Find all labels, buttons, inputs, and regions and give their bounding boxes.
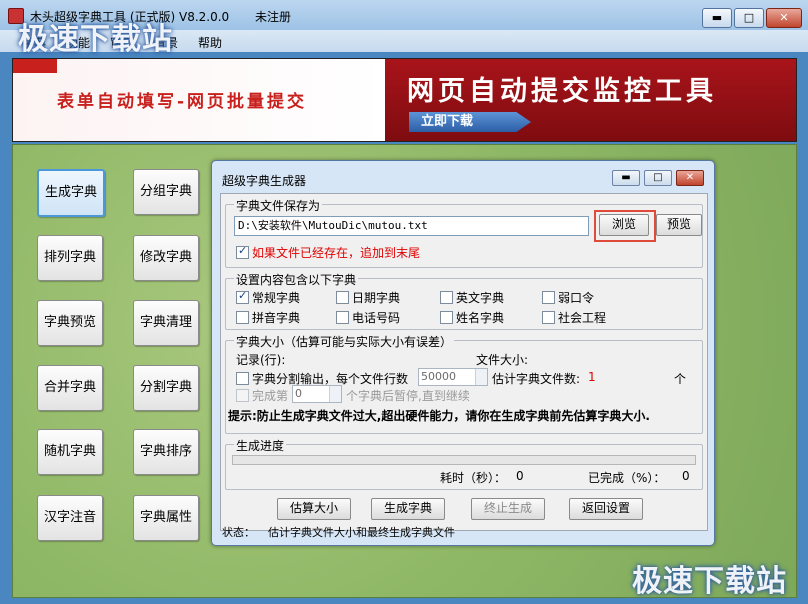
arrange-dict-button[interactable]: 排列字典 bbox=[37, 235, 103, 281]
download-button[interactable]: 立即下载 bbox=[409, 112, 531, 132]
pinyin-annotate-button[interactable]: 汉字注音 bbox=[37, 495, 103, 541]
group-dict-button[interactable]: 分组字典 bbox=[133, 169, 199, 215]
progress-group-label: 生成进度 bbox=[234, 437, 287, 454]
dict-generator-dialog: 超级字典生成器 ▬ □ ✕ 字典文件保存为 D:\安装软件\MutouDic\m… bbox=[211, 160, 715, 546]
finish-checkbox[interactable] bbox=[236, 389, 249, 402]
modify-dict-button[interactable]: 修改字典 bbox=[133, 235, 199, 281]
option-weakpass-checkbox[interactable] bbox=[542, 291, 555, 304]
status-bar: 状态： 估计字典文件大小和最终生成字典文件 bbox=[220, 523, 706, 541]
estimate-size-button[interactable]: 估算大小 bbox=[277, 498, 351, 520]
option-english-checkbox[interactable] bbox=[440, 291, 453, 304]
generate-button[interactable]: 生成字典 bbox=[371, 498, 445, 520]
estimate-unit: 个 bbox=[674, 372, 687, 386]
option-general-label: 常规字典 bbox=[252, 291, 301, 305]
dialog-panel: 字典文件保存为 D:\安装软件\MutouDic\mutou.txt 浏览 预览… bbox=[220, 193, 708, 531]
dialog-minimize-button[interactable]: ▬ bbox=[612, 170, 640, 186]
size-group-label: 字典大小（估算可能与实际大小有误差） bbox=[234, 333, 455, 350]
finish-count-input[interactable]: 0 bbox=[292, 385, 342, 403]
random-dict-button[interactable]: 随机字典 bbox=[37, 429, 103, 475]
merge-dict-button[interactable]: 合并字典 bbox=[37, 365, 103, 411]
banner-right: 网页自动提交监控工具 立即下载 bbox=[385, 59, 796, 141]
back-button[interactable]: 返回设置 bbox=[569, 498, 643, 520]
option-phone-label: 电话号码 bbox=[352, 311, 401, 325]
dict-properties-button[interactable]: 字典属性 bbox=[133, 495, 199, 541]
finish-label: 完成第 bbox=[252, 389, 289, 403]
finish-spin-arrows[interactable] bbox=[329, 386, 341, 402]
content-group-label: 设置内容包含以下字典 bbox=[234, 271, 359, 288]
finish-suffix: 个字典后暂停,直到继续 bbox=[346, 389, 470, 403]
option-pinyin-label: 拼音字典 bbox=[252, 311, 301, 325]
done-value: 0 bbox=[682, 469, 690, 483]
progress-group: 生成进度 耗时（秒）： 0 已完成（%）： 0 bbox=[225, 437, 703, 490]
time-label: 耗时（秒）： bbox=[440, 471, 507, 485]
banner-tag bbox=[13, 59, 57, 73]
save-path-input[interactable]: D:\安装软件\MutouDic\mutou.txt bbox=[234, 216, 589, 236]
size-tip: 提示:防止生成字典文件过大,超出硬件能力，请你在生成字典前先估算字典大小. bbox=[228, 409, 650, 423]
banner-left-text: 表单自动填写-网页批量提交 bbox=[57, 92, 308, 112]
finish-count-value: 0 bbox=[295, 387, 302, 400]
split-lines-input[interactable]: 50000 bbox=[418, 368, 488, 386]
maximize-button[interactable]: □ bbox=[734, 8, 764, 28]
split-lines-value: 50000 bbox=[421, 370, 456, 383]
save-group: 字典文件保存为 D:\安装软件\MutouDic\mutou.txt 浏览 预览… bbox=[225, 197, 703, 268]
option-general-checkbox[interactable] bbox=[236, 289, 249, 304]
option-date-label: 日期字典 bbox=[352, 291, 401, 305]
preview-dict-button[interactable]: 字典预览 bbox=[37, 300, 103, 346]
banner-title: 网页自动提交监控工具 bbox=[407, 76, 717, 107]
status-text: 估计字典文件大小和最终生成字典文件 bbox=[268, 526, 455, 539]
split-checkbox[interactable] bbox=[236, 372, 249, 385]
option-social-label: 社会工程 bbox=[558, 311, 607, 325]
option-name-checkbox[interactable] bbox=[440, 311, 453, 324]
clean-dict-button[interactable]: 字典清理 bbox=[133, 300, 199, 346]
estimate-value: 1 bbox=[588, 370, 596, 384]
app-window: 木头超级字典工具 (正式版) V8.2.0.0 未注册 ▬ □ ✕ 字典 功能 … bbox=[0, 0, 808, 604]
save-group-label: 字典文件保存为 bbox=[234, 197, 323, 214]
append-label: 如果文件已经存在，追加到末尾 bbox=[252, 246, 421, 260]
sort-dict-button[interactable]: 字典排序 bbox=[133, 429, 199, 475]
done-label: 已完成（%）： bbox=[588, 471, 666, 485]
close-button[interactable]: ✕ bbox=[766, 8, 802, 28]
ad-banner[interactable]: 表单自动填写-网页批量提交 网页自动提交监控工具 立即下载 bbox=[12, 58, 797, 142]
option-english-label: 英文字典 bbox=[456, 291, 505, 305]
dialog-close-button[interactable]: ✕ bbox=[676, 170, 704, 186]
content-group: 设置内容包含以下字典 常规字典 日期字典 英文字典 弱口令 拼音字典 电话号码 … bbox=[225, 271, 703, 330]
watermark-bottom: 极速下载站 bbox=[632, 564, 787, 599]
time-value: 0 bbox=[516, 469, 524, 483]
banner-left: 表单自动填写-网页批量提交 bbox=[13, 59, 385, 141]
minimize-button[interactable]: ▬ bbox=[702, 8, 732, 28]
preview-button[interactable]: 预览 bbox=[656, 214, 702, 236]
split-spin-arrows[interactable] bbox=[475, 369, 487, 385]
progress-bar bbox=[232, 455, 696, 465]
stop-button[interactable]: 终止生成 bbox=[471, 498, 545, 520]
menu-help[interactable]: 帮助 bbox=[198, 34, 222, 51]
filesize-label: 文件大小: bbox=[476, 353, 529, 367]
dialog-maximize-button[interactable]: □ bbox=[644, 170, 672, 186]
option-name-label: 姓名字典 bbox=[456, 311, 505, 325]
records-label: 记录(行): bbox=[236, 353, 286, 367]
watermark-top: 极速下载站 bbox=[18, 22, 173, 57]
append-checkbox[interactable] bbox=[236, 244, 249, 259]
browse-button[interactable]: 浏览 bbox=[599, 214, 649, 236]
option-date-checkbox[interactable] bbox=[336, 291, 349, 304]
option-phone-checkbox[interactable] bbox=[336, 311, 349, 324]
registration-status: 未注册 bbox=[255, 10, 292, 24]
option-pinyin-checkbox[interactable] bbox=[236, 311, 249, 324]
generate-dict-button[interactable]: 生成字典 bbox=[37, 169, 105, 217]
option-weakpass-label: 弱口令 bbox=[558, 291, 595, 305]
option-social-checkbox[interactable] bbox=[542, 311, 555, 324]
estimate-label: 估计字典文件数: bbox=[492, 372, 581, 386]
split-dict-button[interactable]: 分割字典 bbox=[133, 365, 199, 411]
size-group: 字典大小（估算可能与实际大小有误差） 记录(行): 文件大小: 字典分割输出，每… bbox=[225, 333, 703, 434]
status-label: 状态： bbox=[222, 526, 255, 539]
dialog-title: 超级字典生成器 bbox=[222, 174, 307, 188]
